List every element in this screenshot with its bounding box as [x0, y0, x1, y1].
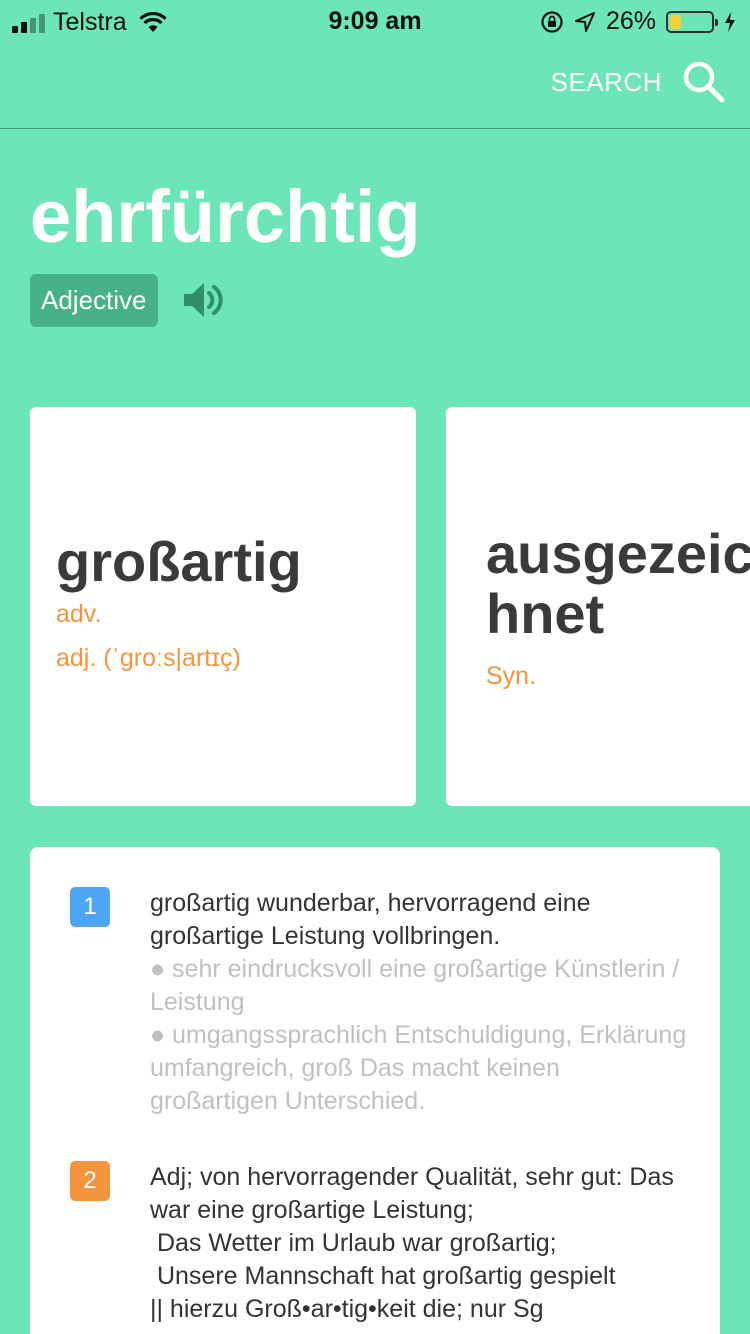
definition-note: ● umgangssprachlich Entschuldigung, Erkl… — [150, 1021, 694, 1115]
status-bar: Telstra 9:09 am 26% — [0, 0, 750, 40]
battery-level — [670, 14, 682, 29]
status-right: 26% — [540, 7, 736, 36]
card-detail: adv. — [56, 600, 102, 628]
definition-text: großartig wunderbar, hervorragend eine g… — [150, 889, 598, 950]
card-word: ausgezeichnet — [486, 522, 750, 645]
definitions-panel: 1 großartig wunderbar, hervorragend eine… — [30, 847, 720, 1334]
definition-text: Adj; von hervorragender Qualität, sehr g… — [150, 1163, 674, 1323]
part-of-speech-badge: Adjective — [30, 274, 158, 327]
pronunciation-speaker-button[interactable] — [182, 280, 226, 325]
location-arrow-icon — [574, 11, 595, 32]
search-label: SEARCH — [550, 66, 662, 97]
headword: ehrfürchtig — [30, 175, 421, 258]
speaker-icon — [184, 283, 223, 317]
card-detail: adj. (ˈgroːs|artɪç) — [56, 644, 241, 672]
definition-number: 1 — [70, 887, 110, 927]
definition-body: großartig wunderbar, hervorragend eine g… — [150, 887, 690, 1118]
top-bar: SEARCH — [0, 40, 750, 129]
word-card-ausgezeichnet[interactable]: ausgezeichnet Syn. — [446, 407, 750, 806]
card-detail: Syn. — [486, 662, 537, 690]
card-word: großartig — [56, 530, 302, 593]
search-button[interactable]: SEARCH — [551, 60, 726, 104]
rotation-lock-icon — [541, 10, 563, 33]
battery-percent: 26% — [605, 7, 656, 35]
definition-note: ● sehr eindrucksvoll eine großartige Kün… — [150, 955, 687, 1016]
battery-icon — [666, 10, 718, 33]
search-icon — [683, 61, 725, 103]
definition-item: 2 Adj; von hervorragender Qualität, sehr… — [70, 1161, 690, 1326]
word-card-grossartig[interactable]: großartig adv. adj. (ˈgroːs|artɪç) — [30, 407, 416, 806]
definition-body: Adj; von hervorragender Qualität, sehr g… — [150, 1161, 690, 1326]
definition-item: 1 großartig wunderbar, hervorragend eine… — [70, 887, 690, 1118]
definition-number: 2 — [70, 1161, 110, 1201]
charging-bolt-icon — [725, 11, 735, 32]
